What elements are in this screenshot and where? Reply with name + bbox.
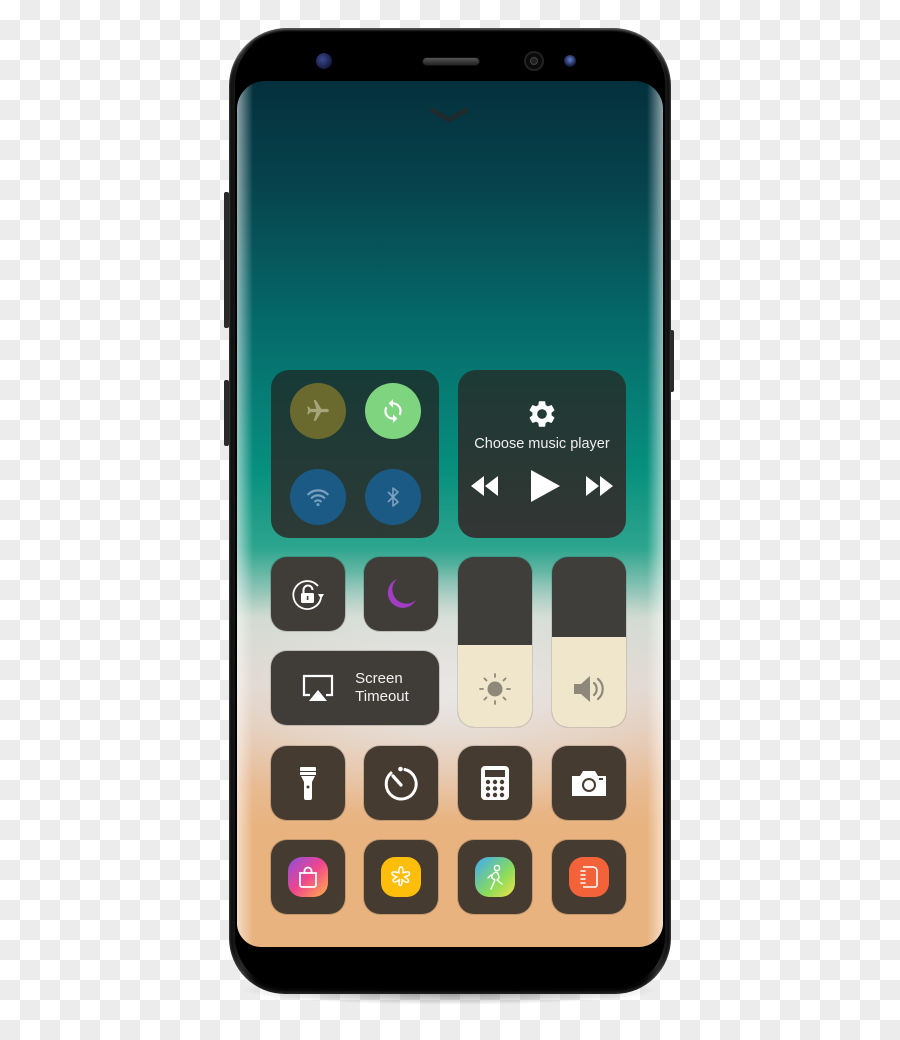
samsung-health-app-icon [475, 857, 515, 897]
proximity-sensor [564, 55, 576, 67]
sun-icon [479, 673, 511, 705]
flashlight-button[interactable] [271, 746, 345, 820]
bixby-home-app[interactable] [364, 840, 438, 914]
rewind-icon[interactable] [470, 474, 500, 498]
music-panel: Choose music player [458, 370, 626, 538]
timer-icon [384, 766, 418, 801]
screen-timeout-label-line2: Timeout [355, 688, 409, 705]
flashlight-icon [300, 767, 316, 800]
screen-timeout-label-line1: Screen [355, 670, 403, 687]
music-controls [458, 468, 626, 504]
fast-forward-icon[interactable] [584, 474, 614, 498]
galaxy-store-app[interactable] [271, 840, 345, 914]
airplane-mode-toggle[interactable] [290, 383, 346, 439]
calculator-button[interactable] [458, 746, 532, 820]
camera-button[interactable] [552, 746, 626, 820]
flower-icon [391, 866, 411, 887]
shopping-bag-icon [299, 866, 317, 888]
do-not-disturb-toggle[interactable] [364, 557, 438, 631]
notes-app[interactable] [552, 840, 626, 914]
galaxy-store-app-icon [288, 857, 328, 897]
connectivity-panel [271, 370, 439, 538]
gear-icon[interactable] [526, 398, 558, 430]
sync-icon [384, 399, 402, 423]
bluetooth-toggle[interactable] [365, 469, 421, 525]
moon-icon [387, 579, 416, 608]
screen-timeout-button[interactable]: Screen Timeout [271, 651, 439, 725]
notes-app-icon [569, 857, 609, 897]
airplane-icon [307, 400, 329, 421]
screen-edge-right [647, 81, 663, 947]
bluetooth-icon [387, 487, 399, 507]
screen-edge-left [237, 81, 253, 947]
notebook-icon [580, 866, 598, 888]
earpiece-speaker [423, 58, 479, 65]
chevron-down-icon[interactable] [428, 105, 470, 127]
front-camera [524, 51, 544, 71]
calculator-icon [481, 766, 509, 800]
bixby-home-app-icon [381, 857, 421, 897]
camera-icon [572, 771, 606, 796]
music-player-label[interactable]: Choose music player [458, 436, 626, 452]
rotation-lock-toggle[interactable] [271, 557, 345, 631]
control-center-screen: Choose music player Screen Timeout [237, 81, 663, 947]
iris-sensor [316, 53, 332, 69]
auto-sync-toggle[interactable] [365, 383, 421, 439]
play-icon[interactable] [528, 468, 562, 504]
speaker-icon [574, 676, 604, 702]
wifi-icon [307, 489, 329, 507]
screen-timeout-label: Screen Timeout [355, 670, 409, 706]
samsung-health-app[interactable] [458, 840, 532, 914]
screen-cast-icon [303, 674, 334, 701]
brightness-slider[interactable] [458, 557, 532, 727]
rotation-lock-icon [292, 580, 324, 610]
wifi-toggle[interactable] [290, 469, 346, 525]
running-person-icon [487, 864, 503, 890]
timer-button[interactable] [364, 746, 438, 820]
volume-slider[interactable] [552, 557, 626, 727]
